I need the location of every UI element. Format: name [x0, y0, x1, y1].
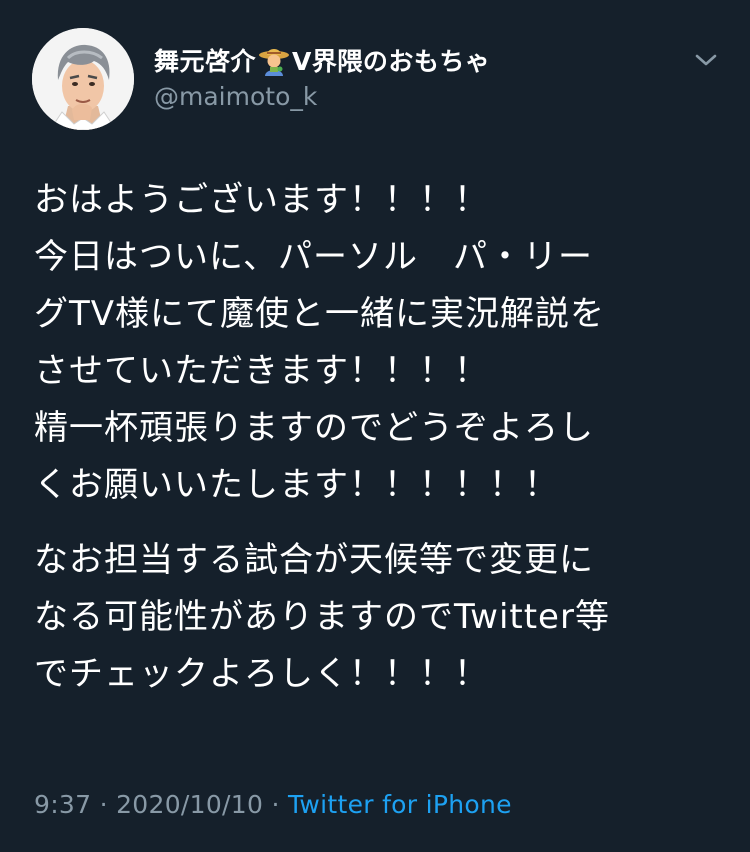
tweet-line: なお担当する試合が天候等で変更に	[34, 540, 594, 580]
tweet-detail: 舞元啓介 V界隈のおもちゃ @maimoto_k おはようございます！！！！ 今…	[0, 0, 750, 852]
display-name-part1: 舞元啓介	[154, 47, 257, 76]
tweet-date[interactable]: 2020/10/10	[116, 790, 263, 819]
tweet-line: なる可能性がありますのでTwitter等	[34, 597, 610, 637]
author-names: 舞元啓介 V界隈のおもちゃ @maimoto_k	[154, 40, 490, 111]
tweet-line: でチェックよろしく！！！！	[34, 654, 489, 694]
chevron-down-icon[interactable]	[692, 46, 720, 74]
tweet-line: おはようございます！！！！	[34, 180, 489, 220]
display-name-part2: V界隈のおもちゃ	[292, 47, 491, 76]
tweet-text: おはようございます！！！！ 今日はついに、パーソル パ・リー グTV様にて魔使と…	[34, 172, 714, 703]
avatar[interactable]	[32, 28, 134, 130]
meta-separator: ·	[271, 790, 280, 819]
tweet-line: グTV様にて魔使と一緒に実況解説を	[34, 294, 606, 334]
tweet-line: くお願いいたします！！！！！！	[34, 465, 559, 505]
tweet-paragraph-1: おはようございます！！！！ 今日はついに、パーソル パ・リー グTV様にて魔使と…	[34, 172, 714, 514]
tweet-paragraph-2: なお担当する試合が天候等で変更に なる可能性がありますのでTwitter等 でチ…	[34, 532, 714, 703]
farmer-emoji-icon	[258, 44, 290, 76]
tweet-line: 今日はついに、パーソル パ・リー	[34, 237, 593, 277]
avatar-illustration	[32, 28, 134, 130]
tweet-header: 舞元啓介 V界隈のおもちゃ @maimoto_k	[32, 24, 722, 134]
display-name-row[interactable]: 舞元啓介 V界隈のおもちゃ	[154, 40, 490, 80]
meta-separator: ·	[99, 790, 108, 819]
user-handle[interactable]: @maimoto_k	[154, 82, 490, 111]
tweet-line: させていただきます！！！！	[34, 351, 489, 391]
tweet-source-link[interactable]: Twitter for iPhone	[288, 790, 512, 819]
tweet-line: 精一杯頑張りますのでどうぞよろし	[34, 408, 594, 448]
tweet-time[interactable]: 9:37	[34, 790, 91, 819]
tweet-meta: 9:37 · 2020/10/10 · Twitter for iPhone	[34, 790, 512, 819]
